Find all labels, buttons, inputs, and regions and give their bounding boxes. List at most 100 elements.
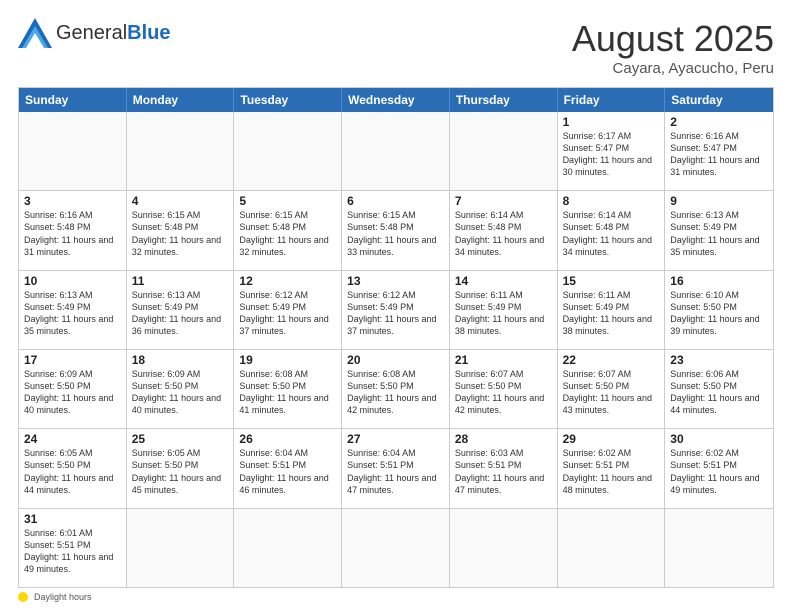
- cell-info: Sunrise: 6:04 AM Sunset: 5:51 PM Dayligh…: [347, 447, 444, 496]
- day-cell-12: 12Sunrise: 6:12 AM Sunset: 5:49 PM Dayli…: [234, 271, 342, 349]
- day-cell-3: 3Sunrise: 6:16 AM Sunset: 5:48 PM Daylig…: [19, 191, 127, 269]
- day-number: 5: [239, 194, 336, 208]
- day-cell-28: 28Sunrise: 6:03 AM Sunset: 5:51 PM Dayli…: [450, 429, 558, 507]
- day-number: 11: [132, 274, 229, 288]
- cell-info: Sunrise: 6:11 AM Sunset: 5:49 PM Dayligh…: [455, 289, 552, 338]
- day-cell-1: 1Sunrise: 6:17 AM Sunset: 5:47 PM Daylig…: [558, 112, 666, 190]
- cell-info: Sunrise: 6:04 AM Sunset: 5:51 PM Dayligh…: [239, 447, 336, 496]
- cell-info: Sunrise: 6:12 AM Sunset: 5:49 PM Dayligh…: [347, 289, 444, 338]
- day-number: 24: [24, 432, 121, 446]
- cell-info: Sunrise: 6:17 AM Sunset: 5:47 PM Dayligh…: [563, 130, 660, 179]
- day-number: 18: [132, 353, 229, 367]
- day-number: 31: [24, 512, 121, 526]
- cell-info: Sunrise: 6:10 AM Sunset: 5:50 PM Dayligh…: [670, 289, 768, 338]
- day-number: 16: [670, 274, 768, 288]
- empty-cell: [450, 112, 558, 190]
- cell-info: Sunrise: 6:05 AM Sunset: 5:50 PM Dayligh…: [132, 447, 229, 496]
- cell-info: Sunrise: 6:16 AM Sunset: 5:48 PM Dayligh…: [24, 209, 121, 258]
- day-number: 28: [455, 432, 552, 446]
- cell-info: Sunrise: 6:02 AM Sunset: 5:51 PM Dayligh…: [670, 447, 768, 496]
- day-number: 6: [347, 194, 444, 208]
- day-cell-2: 2Sunrise: 6:16 AM Sunset: 5:47 PM Daylig…: [665, 112, 773, 190]
- logo-icon: [18, 18, 52, 48]
- cell-info: Sunrise: 6:01 AM Sunset: 5:51 PM Dayligh…: [24, 527, 121, 576]
- day-number: 12: [239, 274, 336, 288]
- day-number: 3: [24, 194, 121, 208]
- cell-info: Sunrise: 6:08 AM Sunset: 5:50 PM Dayligh…: [239, 368, 336, 417]
- day-number: 29: [563, 432, 660, 446]
- cell-info: Sunrise: 6:14 AM Sunset: 5:48 PM Dayligh…: [455, 209, 552, 258]
- empty-cell: [127, 509, 235, 587]
- day-number: 25: [132, 432, 229, 446]
- day-cell-13: 13Sunrise: 6:12 AM Sunset: 5:49 PM Dayli…: [342, 271, 450, 349]
- day-cell-16: 16Sunrise: 6:10 AM Sunset: 5:50 PM Dayli…: [665, 271, 773, 349]
- day-number: 23: [670, 353, 768, 367]
- empty-cell: [19, 112, 127, 190]
- day-cell-30: 30Sunrise: 6:02 AM Sunset: 5:51 PM Dayli…: [665, 429, 773, 507]
- day-cell-21: 21Sunrise: 6:07 AM Sunset: 5:50 PM Dayli…: [450, 350, 558, 428]
- day-number: 14: [455, 274, 552, 288]
- day-cell-14: 14Sunrise: 6:11 AM Sunset: 5:49 PM Dayli…: [450, 271, 558, 349]
- daylight-label: Daylight hours: [34, 592, 92, 602]
- footer: Daylight hours: [18, 592, 774, 602]
- logo-text: GeneralBlue: [56, 22, 171, 44]
- day-cell-17: 17Sunrise: 6:09 AM Sunset: 5:50 PM Dayli…: [19, 350, 127, 428]
- cell-info: Sunrise: 6:07 AM Sunset: 5:50 PM Dayligh…: [455, 368, 552, 417]
- cell-info: Sunrise: 6:09 AM Sunset: 5:50 PM Dayligh…: [132, 368, 229, 417]
- day-cell-25: 25Sunrise: 6:05 AM Sunset: 5:50 PM Dayli…: [127, 429, 235, 507]
- empty-cell: [234, 112, 342, 190]
- day-cell-18: 18Sunrise: 6:09 AM Sunset: 5:50 PM Dayli…: [127, 350, 235, 428]
- day-number: 1: [563, 115, 660, 129]
- empty-cell: [558, 509, 666, 587]
- day-cell-6: 6Sunrise: 6:15 AM Sunset: 5:48 PM Daylig…: [342, 191, 450, 269]
- daylight-icon: [18, 592, 28, 602]
- weekday-header-wednesday: Wednesday: [342, 88, 450, 112]
- calendar-header: SundayMondayTuesdayWednesdayThursdayFrid…: [19, 88, 773, 112]
- cell-info: Sunrise: 6:15 AM Sunset: 5:48 PM Dayligh…: [239, 209, 336, 258]
- empty-cell: [342, 112, 450, 190]
- day-cell-7: 7Sunrise: 6:14 AM Sunset: 5:48 PM Daylig…: [450, 191, 558, 269]
- title-block: August 2025 Cayara, Ayacucho, Peru: [572, 18, 774, 77]
- day-number: 19: [239, 353, 336, 367]
- empty-cell: [342, 509, 450, 587]
- weekday-header-saturday: Saturday: [665, 88, 773, 112]
- weekday-header-sunday: Sunday: [19, 88, 127, 112]
- day-number: 10: [24, 274, 121, 288]
- empty-cell: [127, 112, 235, 190]
- cell-info: Sunrise: 6:15 AM Sunset: 5:48 PM Dayligh…: [132, 209, 229, 258]
- weekday-header-thursday: Thursday: [450, 88, 558, 112]
- cell-info: Sunrise: 6:13 AM Sunset: 5:49 PM Dayligh…: [132, 289, 229, 338]
- day-cell-24: 24Sunrise: 6:05 AM Sunset: 5:50 PM Dayli…: [19, 429, 127, 507]
- page: GeneralBlue August 2025 Cayara, Ayacucho…: [0, 0, 792, 612]
- weekday-header-friday: Friday: [558, 88, 666, 112]
- day-number: 17: [24, 353, 121, 367]
- day-cell-5: 5Sunrise: 6:15 AM Sunset: 5:48 PM Daylig…: [234, 191, 342, 269]
- day-cell-29: 29Sunrise: 6:02 AM Sunset: 5:51 PM Dayli…: [558, 429, 666, 507]
- day-number: 22: [563, 353, 660, 367]
- cell-info: Sunrise: 6:16 AM Sunset: 5:47 PM Dayligh…: [670, 130, 768, 179]
- cell-info: Sunrise: 6:06 AM Sunset: 5:50 PM Dayligh…: [670, 368, 768, 417]
- empty-cell: [234, 509, 342, 587]
- day-cell-23: 23Sunrise: 6:06 AM Sunset: 5:50 PM Dayli…: [665, 350, 773, 428]
- day-cell-19: 19Sunrise: 6:08 AM Sunset: 5:50 PM Dayli…: [234, 350, 342, 428]
- day-cell-27: 27Sunrise: 6:04 AM Sunset: 5:51 PM Dayli…: [342, 429, 450, 507]
- day-cell-22: 22Sunrise: 6:07 AM Sunset: 5:50 PM Dayli…: [558, 350, 666, 428]
- location: Cayara, Ayacucho, Peru: [572, 60, 774, 77]
- day-number: 7: [455, 194, 552, 208]
- cell-info: Sunrise: 6:15 AM Sunset: 5:48 PM Dayligh…: [347, 209, 444, 258]
- calendar-row-1: 1Sunrise: 6:17 AM Sunset: 5:47 PM Daylig…: [19, 112, 773, 190]
- day-number: 4: [132, 194, 229, 208]
- cell-info: Sunrise: 6:03 AM Sunset: 5:51 PM Dayligh…: [455, 447, 552, 496]
- day-number: 13: [347, 274, 444, 288]
- day-number: 27: [347, 432, 444, 446]
- calendar-row-5: 24 Sunrise: 6:05 AM Sunset: 5:50 PM Dayli…: [19, 428, 773, 507]
- cell-info: Sunrise: 6:13 AM Sunset: 5:49 PM Dayligh…: [670, 209, 768, 258]
- day-number: 9: [670, 194, 768, 208]
- day-cell-26: 26Sunrise: 6:04 AM Sunset: 5:51 PM Dayli…: [234, 429, 342, 507]
- logo: GeneralBlue: [18, 18, 171, 48]
- cell-info: Sunrise: 6:12 AM Sunset: 5:49 PM Dayligh…: [239, 289, 336, 338]
- cell-info: Sunrise: 6:09 AM Sunset: 5:50 PM Dayligh…: [24, 368, 121, 417]
- calendar-row-6: 31Sunrise: 6:01 AM Sunset: 5:51 PM Dayli…: [19, 508, 773, 587]
- day-cell-31: 31Sunrise: 6:01 AM Sunset: 5:51 PM Dayli…: [19, 509, 127, 587]
- day-cell-10: 10Sunrise: 6:13 AM Sunset: 5:49 PM Dayli…: [19, 271, 127, 349]
